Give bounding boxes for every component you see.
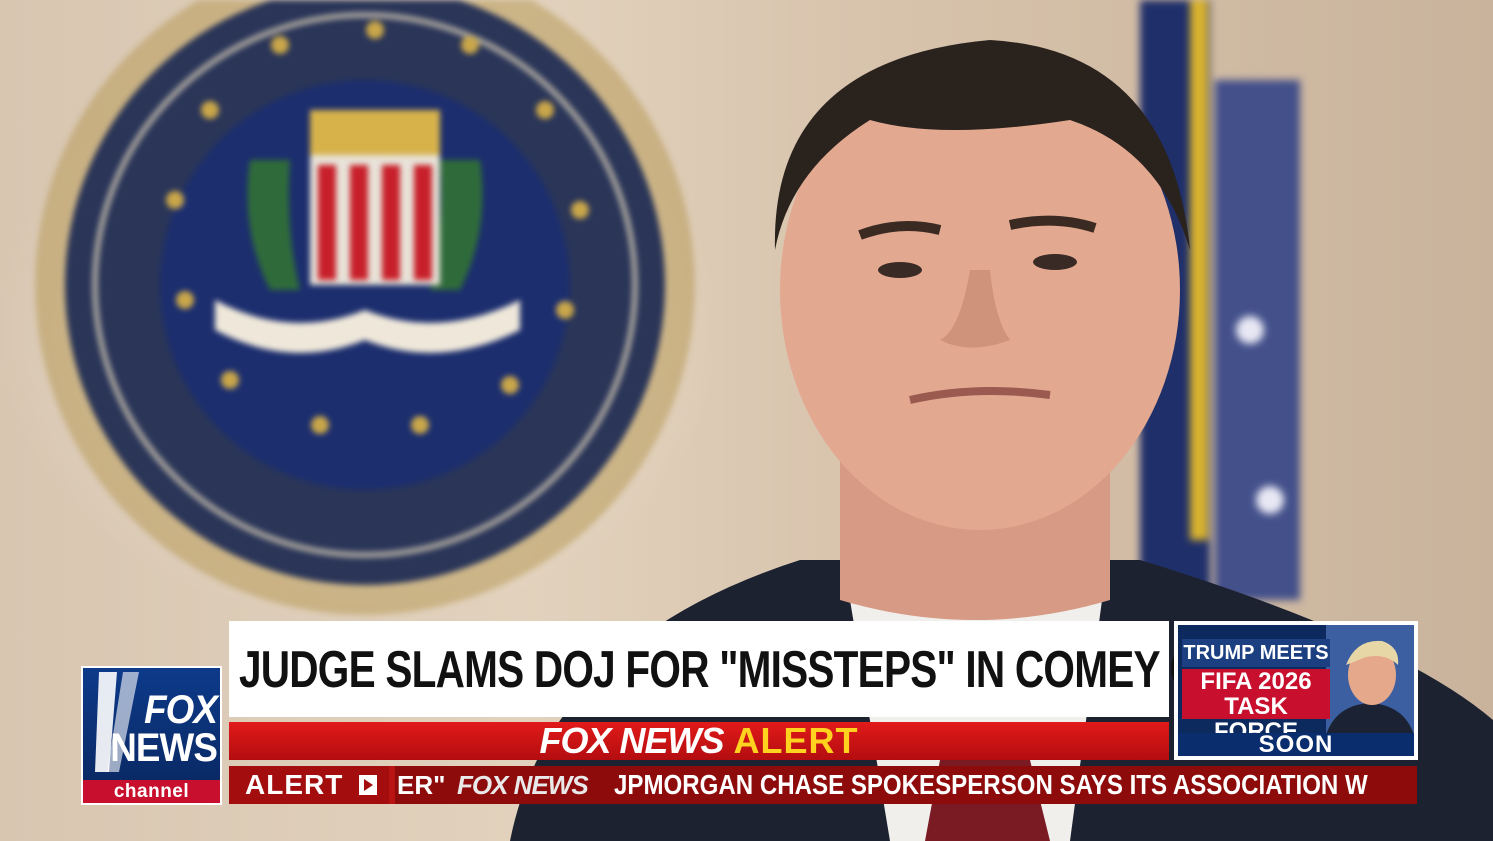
- headline-box: JUDGE SLAMS DOJ FOR "MISSTEPS" IN COMEY …: [229, 621, 1280, 717]
- alert-word-text: ALERT: [733, 720, 859, 761]
- logo-channel-text: channel: [83, 780, 220, 803]
- logo-news-text: NEWS: [110, 726, 218, 770]
- promo-line-2a: FIFA 2026: [1200, 668, 1312, 695]
- alert-brand-text: FOX NEWS: [539, 720, 724, 761]
- ticker-divider: [389, 766, 395, 804]
- promo-line-1: TRUMP MEETS: [1182, 639, 1330, 667]
- ticker-label: ALERT: [229, 766, 389, 804]
- ticker-previous-fragment: ER": [397, 770, 446, 800]
- logo-fox-text: FOX: [144, 688, 218, 732]
- play-arrow-icon: [359, 775, 377, 795]
- ticker-label-text: ALERT: [245, 769, 344, 800]
- news-ticker: ALERT ER" FOX NEWS JPMORGAN CHASE SPOKES…: [229, 766, 1417, 804]
- promo-panel: TRUMP MEETS FIFA 2026 TASK FORCE SOON: [1178, 625, 1414, 756]
- promo-portrait-image: [1326, 625, 1414, 735]
- headline-text: JUDGE SLAMS DOJ FOR "MISSTEPS" IN COMEY …: [239, 641, 1280, 699]
- network-logo: FOX NEWS channel: [81, 666, 222, 805]
- logo-panel: FOX NEWS: [83, 668, 220, 780]
- promo-status: SOON: [1178, 733, 1414, 756]
- promo-box: TRUMP MEETS FIFA 2026 TASK FORCE SOON: [1174, 621, 1418, 760]
- ticker-story-text: JPMORGAN CHASE SPOKESPERSON SAYS ITS ASS…: [614, 769, 1368, 800]
- alert-banner-text: FOX NEWS ALERT: [229, 722, 1169, 760]
- ticker-brand-text: FOX NEWS: [457, 770, 589, 800]
- alert-banner: FOX NEWS ALERT: [229, 722, 1169, 760]
- promo-line-2: FIFA 2026 TASK FORCE: [1182, 668, 1330, 744]
